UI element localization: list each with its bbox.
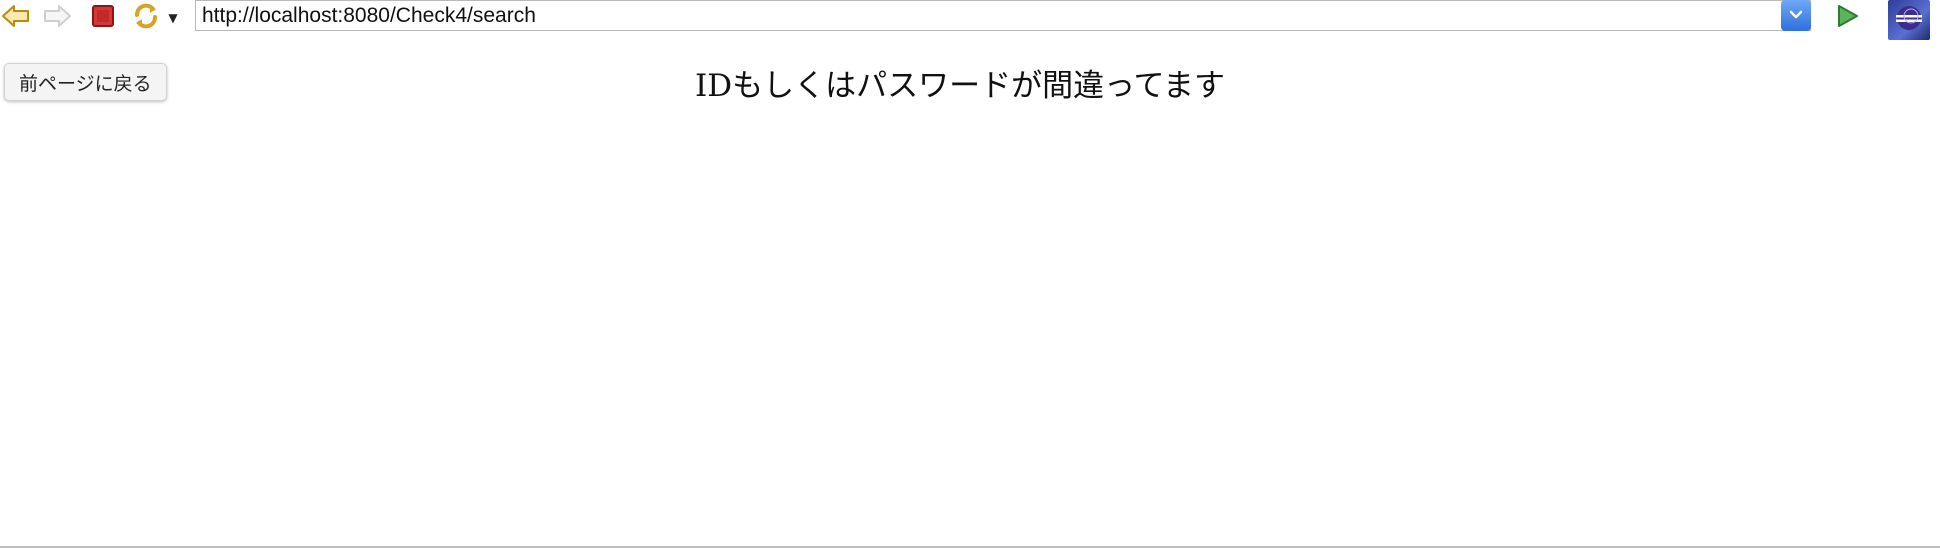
back-arrow-icon: [1, 3, 31, 33]
forward-arrow-icon: [42, 3, 72, 33]
forward-button[interactable]: [40, 2, 74, 34]
address-bar: [195, 0, 1811, 31]
back-button[interactable]: [0, 2, 32, 34]
refresh-menu-button[interactable]: ▼: [164, 2, 182, 34]
go-button[interactable]: [1832, 2, 1862, 34]
url-history-dropdown[interactable]: [1781, 0, 1811, 31]
eclipse-icon: [1893, 2, 1925, 38]
go-play-icon: [1834, 3, 1860, 33]
refresh-button[interactable]: [130, 2, 162, 34]
eclipse-button[interactable]: [1888, 0, 1930, 40]
error-message: IDもしくはパスワードが間違ってます: [695, 68, 1225, 104]
browser-toolbar: ▼: [0, 0, 1940, 40]
stop-icon: [91, 4, 115, 32]
browser-window: ▼ http://localhost:8080/Check4/search 前ペ…: [0, 0, 1940, 548]
url-input[interactable]: [196, 2, 1810, 29]
refresh-icon: [131, 1, 161, 35]
stop-button[interactable]: [88, 2, 118, 34]
chevron-down-icon: [1788, 6, 1804, 25]
dropdown-triangle-icon: ▼: [168, 11, 178, 25]
